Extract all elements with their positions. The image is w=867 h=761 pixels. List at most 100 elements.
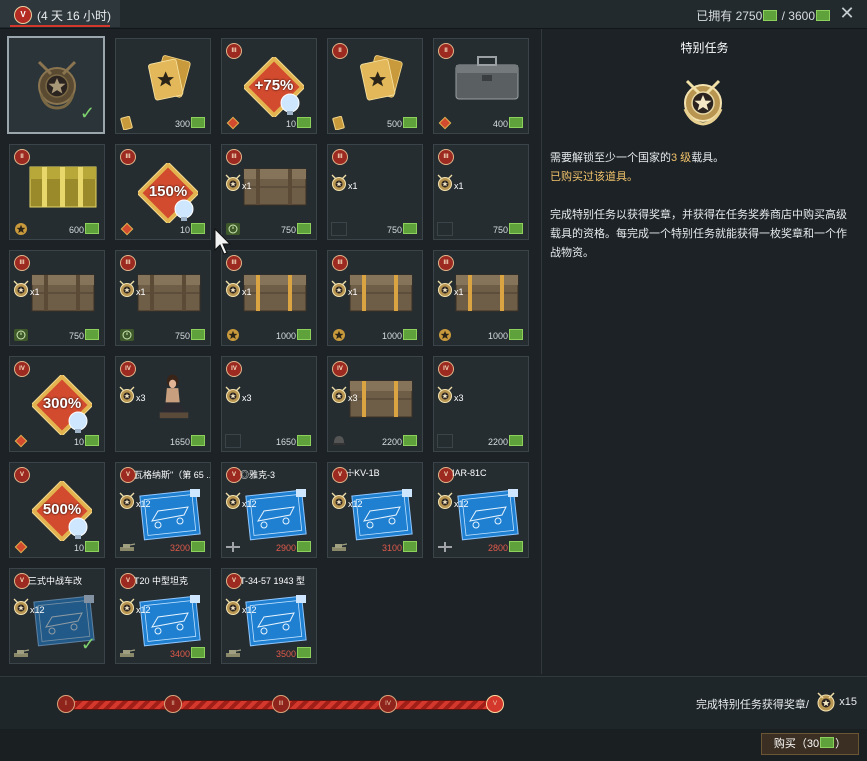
price-value: 2200 — [487, 437, 508, 447]
item-detail-panel: 特别任务 需要解锁至少一个国家的3 级载具。 已购买过该道具。 完成特别任务以获… — [541, 29, 867, 674]
detail-title: 特别任务 — [680, 41, 729, 55]
medal-icon — [119, 280, 135, 297]
shop-item-c17[interactable]: IV x3 1650 — [221, 356, 317, 452]
vehicle-name: IAR-81C — [452, 468, 487, 478]
price-label: 1650 — [276, 435, 312, 447]
price-label: 750 — [175, 329, 206, 341]
ticket-icon — [191, 435, 205, 446]
shop-item-c22[interactable]: V ◎雅克-3 x12 2900 — [221, 462, 317, 558]
price-value: 10 — [179, 225, 190, 235]
buy-suffix: ） — [835, 738, 847, 750]
shop-item-c0[interactable]: ✓ — [7, 36, 105, 134]
vehicle-name: 瓦格纳斯"（第 65 ... — [134, 470, 211, 480]
medal-icon — [437, 280, 453, 297]
owned-counter: 已拥有 2750 / 3600 — [696, 7, 831, 24]
ticket-icon — [85, 435, 99, 446]
ticket-icon — [403, 223, 417, 234]
medal-icon — [225, 280, 241, 297]
timer-tab[interactable]: V (4 天 16 小时) — [0, 0, 120, 27]
price-label: 3400 — [170, 647, 206, 659]
steel-case-icon — [455, 56, 519, 100]
price-label: 10 — [180, 223, 206, 235]
gold-card-icon — [120, 116, 133, 130]
quantity-label: x1 — [136, 287, 146, 297]
price-label: 2200 — [488, 435, 524, 447]
rank-badge-icon: IV — [226, 361, 242, 377]
shop-item-c23[interactable]: V ☩KV-1B x12 3100 — [327, 462, 423, 558]
progress-node-4[interactable]: IV — [379, 695, 397, 713]
shop-item-c8[interactable]: III x1 750 — [327, 144, 423, 240]
owned-max: 3600 — [788, 9, 815, 23]
shop-item-c27[interactable]: V T-34-57 1943 型 x12 3500 — [221, 568, 317, 664]
quantity-label: x1 — [454, 181, 464, 191]
buy-button[interactable]: 购买（30 ） — [761, 733, 859, 755]
shop-item-c9[interactable]: III x1 750 — [433, 144, 529, 240]
quantity-label: x1 — [30, 287, 40, 297]
medal-icon — [225, 386, 241, 403]
shop-item-c13[interactable]: III x1 1000 — [327, 250, 423, 346]
ticket-icon — [297, 223, 311, 234]
ticket-icon — [403, 435, 417, 446]
clock-icon — [120, 329, 134, 341]
shop-item-c5[interactable]: II 600 — [9, 144, 105, 240]
boost-label: +75% — [254, 77, 294, 94]
checkmark-icon: ✓ — [79, 103, 95, 123]
shop-item-c25[interactable]: V 三式中战车改 x12 ✓ — [9, 568, 105, 664]
shop-item-c6[interactable]: 150% III 10 — [115, 144, 211, 240]
price-label: 2800 — [488, 541, 524, 553]
tank-icon — [14, 649, 29, 657]
progress-node-2[interactable]: II — [164, 695, 182, 713]
shop-item-c18[interactable]: IV x3 2200 — [327, 356, 423, 452]
boost-label: 500% — [42, 501, 82, 518]
shop-item-c3[interactable]: II 500 — [327, 38, 423, 134]
tank-icon — [120, 649, 135, 657]
medal-icon — [119, 492, 135, 509]
blueprint-icon — [139, 489, 201, 541]
quantity-label: x12 — [136, 605, 151, 615]
shop-item-c12[interactable]: III x1 1000 — [221, 250, 317, 346]
mouse-cursor-icon — [214, 228, 232, 255]
rank-badge-icon: II — [438, 43, 454, 59]
close-button[interactable]: ✕ — [837, 3, 857, 23]
shop-item-c14[interactable]: III x1 1000 — [433, 250, 529, 346]
progress-node-5[interactable]: V — [486, 695, 504, 713]
vehicle-name: 三式中战车改 — [28, 576, 83, 586]
shop-item-c1[interactable]: 300 — [115, 38, 211, 134]
price-label: 3200 — [170, 541, 206, 553]
shop-item-c26[interactable]: V T20 中型坦克 x12 3400 — [115, 568, 211, 664]
shop-item-c11[interactable]: III x1 750 — [115, 250, 211, 346]
price-value: 300 — [174, 119, 190, 129]
shop-item-c16[interactable]: IV x3 1650 — [115, 356, 211, 452]
shop-item-c7[interactable]: III x1 750 — [221, 144, 317, 240]
ticket-icon — [191, 117, 205, 128]
checkmark-icon: ✓ — [80, 634, 96, 654]
price-label: 750 — [281, 223, 312, 235]
shop-item-c20[interactable]: 500% V 10 — [9, 462, 105, 558]
price-label: 500 — [387, 117, 418, 129]
price-value: 3200 — [169, 543, 190, 553]
vehicle-name: T20 中型坦克 — [134, 576, 189, 586]
blueprint-icon — [139, 595, 201, 647]
blueprint-icon — [245, 595, 307, 647]
price-label: 750 — [493, 223, 524, 235]
footer: 购买（30 ） — [0, 729, 867, 761]
progress-node-3[interactable]: III — [272, 695, 290, 713]
shop-item-c10[interactable]: III x1 750 — [9, 250, 105, 346]
boost-label: 150% — [148, 183, 188, 200]
plane-icon — [226, 542, 240, 552]
ticket-icon — [297, 647, 311, 658]
shop-item-c15[interactable]: 300% IV 10 — [9, 356, 105, 452]
medal-icon — [331, 492, 347, 509]
shop-item-c4[interactable]: II 400 — [433, 38, 529, 134]
medal-icon — [437, 174, 453, 191]
ticket-icon — [85, 541, 99, 552]
shop-item-c19[interactable]: IV x3 2200 — [433, 356, 529, 452]
ticket-icon — [820, 737, 835, 748]
reward-text: 完成特别任务获得奖章/ — [695, 699, 809, 711]
quantity-label: x1 — [242, 287, 252, 297]
shop-item-c24[interactable]: V IAR-81C x12 2800 — [433, 462, 529, 558]
shop-item-c21[interactable]: V 瓦格纳斯"（第 65 ... x12 3200 — [115, 462, 211, 558]
progress-node-1[interactable]: I — [57, 695, 75, 713]
shop-item-c2[interactable]: +75% III 10 — [221, 38, 317, 134]
quantity-label: x3 — [348, 393, 358, 403]
